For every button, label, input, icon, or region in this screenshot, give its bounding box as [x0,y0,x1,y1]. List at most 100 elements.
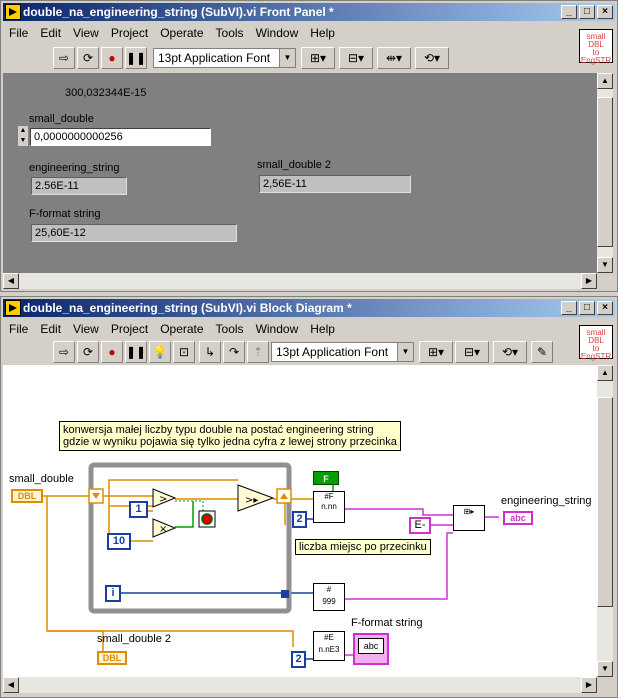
fformat-terminal-value: abc [358,638,384,654]
block-diagram-canvas[interactable]: > × >▸ konwersja małej liczby typu doubl… [3,365,597,677]
scroll-down-icon[interactable]: ▼ [597,257,613,273]
chevron-down-icon[interactable]: ▼ [279,49,295,67]
svg-text:>: > [159,494,167,505]
front-panel-titlebar[interactable]: double_na_engineering_string (SubVI).vi … [3,3,615,21]
retain-wire-values-icon[interactable]: ⊡ [173,341,195,363]
highlight-execution-icon[interactable]: 💡 [149,341,171,363]
abort-icon[interactable]: ● [101,341,123,363]
scroll-up-icon[interactable]: ▲ [597,73,613,89]
number-to-string-node[interactable]: #999 [313,583,345,611]
svg-text:>▸: >▸ [245,495,258,506]
const-ten[interactable]: 10 [107,533,131,550]
engineering-string-terminal[interactable]: abc [503,511,533,525]
resize-objects-icon[interactable]: ⇹▾ [377,47,411,69]
cleanup-diagram-icon[interactable]: ✎ [531,341,553,363]
block-diagram-titlebar[interactable]: double_na_engineering_string (SubVI).vi … [3,299,615,317]
block-diagram-vscroll[interactable]: ▲ ▼ [597,365,613,677]
front-panel-canvas[interactable]: 300,032344E-15 small_double ▲ ▼ 0,0000000… [3,73,597,273]
engineering-string-indicator: 2.56E-11 [31,177,127,195]
front-panel-vscroll[interactable]: ▲ ▼ [597,73,613,273]
diagram-comment[interactable]: konwersja małej liczby typu double na po… [59,421,401,451]
reorder-icon[interactable]: ⟲▾ [493,341,527,363]
close-button[interactable]: × [597,5,613,19]
menu-operate[interactable]: Operate [154,319,209,339]
menu-tools[interactable]: Tools [210,319,250,339]
menu-project[interactable]: Project [105,23,154,43]
minimize-button[interactable]: _ [561,5,577,19]
e-string-constant[interactable]: E- [409,517,431,534]
maximize-button[interactable]: □ [579,301,595,315]
fformat-label: F-format string [351,617,423,629]
run-continuously-icon[interactable]: ⟳ [77,47,99,69]
format-value-node[interactable]: #F n.nn [313,491,345,523]
scroll-right-icon[interactable]: ▶ [581,273,597,289]
const-one[interactable]: 1 [129,501,148,518]
comment-line-1: konwersja małej liczby typu double na po… [63,424,374,436]
fformat-indicator: 25,60E-12 [31,224,237,242]
chevron-down-icon[interactable]: ▼ [397,343,413,361]
labview-app-icon [5,4,21,20]
small-double2-terminal[interactable]: DBL [97,651,127,665]
concatenate-strings-node[interactable]: ⊞▸ [453,505,485,531]
maximize-button[interactable]: □ [579,5,595,19]
reorder-icon[interactable]: ⟲▾ [415,47,449,69]
menu-help[interactable]: Help [304,23,341,43]
run-continuously-icon[interactable]: ⟳ [77,341,99,363]
iteration-terminal[interactable]: i [105,585,121,602]
menu-window[interactable]: Window [250,23,305,43]
engineering-string-label: engineering_string [29,162,120,174]
front-panel-hscroll[interactable]: ◀ ▶ [3,273,597,289]
abort-icon[interactable]: ● [101,47,123,69]
scroll-up-icon[interactable]: ▲ [597,365,613,381]
menu-help[interactable]: Help [304,319,341,339]
engineering-string-label: engineering_string [501,495,592,507]
menu-tools[interactable]: Tools [210,23,250,43]
digits-constant-2[interactable]: 2 [291,651,306,668]
distribute-objects-icon[interactable]: ⊟▾ [455,341,489,363]
increment-stepper[interactable]: ▲ ▼ [17,125,29,147]
boolean-constant[interactable]: F [313,471,339,485]
vi-icon[interactable]: small DBL to EngSTR [579,325,613,361]
block-diagram-menubar: File Edit View Project Operate Tools Win… [3,319,341,339]
menu-view[interactable]: View [67,23,105,43]
run-arrow-icon[interactable]: ⇨ [53,47,75,69]
close-button[interactable]: × [597,301,613,315]
pause-icon[interactable]: ❚❚ [125,47,147,69]
step-out-icon[interactable]: ⇡ [247,341,269,363]
step-over-icon[interactable]: ↷ [223,341,245,363]
font-select[interactable]: 13pt Application Font ▼ [153,48,296,68]
menu-operate[interactable]: Operate [154,23,209,43]
step-into-icon[interactable]: ↳ [199,341,221,363]
menu-file[interactable]: File [3,319,34,339]
small-double-input[interactable]: 0,0000000000256 [30,128,211,146]
fformat-terminal[interactable]: abc [353,633,389,665]
menu-project[interactable]: Project [105,319,154,339]
svg-text:×: × [159,524,167,535]
font-select[interactable]: 13pt Application Font ▼ [271,342,414,362]
menu-view[interactable]: View [67,319,105,339]
menu-window[interactable]: Window [250,319,305,339]
scroll-left-icon[interactable]: ◀ [3,677,19,693]
block-diagram-hscroll[interactable]: ◀ ▶ [3,677,597,693]
align-objects-icon[interactable]: ⊞▾ [301,47,335,69]
pause-icon[interactable]: ❚❚ [125,341,147,363]
scroll-thumb[interactable] [597,97,613,247]
menu-edit[interactable]: Edit [34,319,67,339]
font-select-value: 13pt Application Font [276,345,389,359]
distribute-objects-icon[interactable]: ⊟▾ [339,47,373,69]
scroll-left-icon[interactable]: ◀ [3,273,19,289]
run-arrow-icon[interactable]: ⇨ [53,341,75,363]
free-label: 300,032344E-15 [65,87,147,99]
align-objects-icon[interactable]: ⊞▾ [419,341,453,363]
digits-constant[interactable]: 2 [292,511,307,528]
format-fformat-node[interactable]: #E n.nE3 [313,631,345,661]
scroll-right-icon[interactable]: ▶ [581,677,597,693]
vi-icon[interactable]: small DBL to EngSTR [579,29,613,65]
scroll-thumb[interactable] [597,397,613,607]
scroll-down-icon[interactable]: ▼ [597,661,613,677]
menu-file[interactable]: File [3,23,34,43]
front-panel-window: double_na_engineering_string (SubVI).vi … [0,0,618,292]
menu-edit[interactable]: Edit [34,23,67,43]
small-double-terminal[interactable]: DBL [11,489,43,503]
minimize-button[interactable]: _ [561,301,577,315]
